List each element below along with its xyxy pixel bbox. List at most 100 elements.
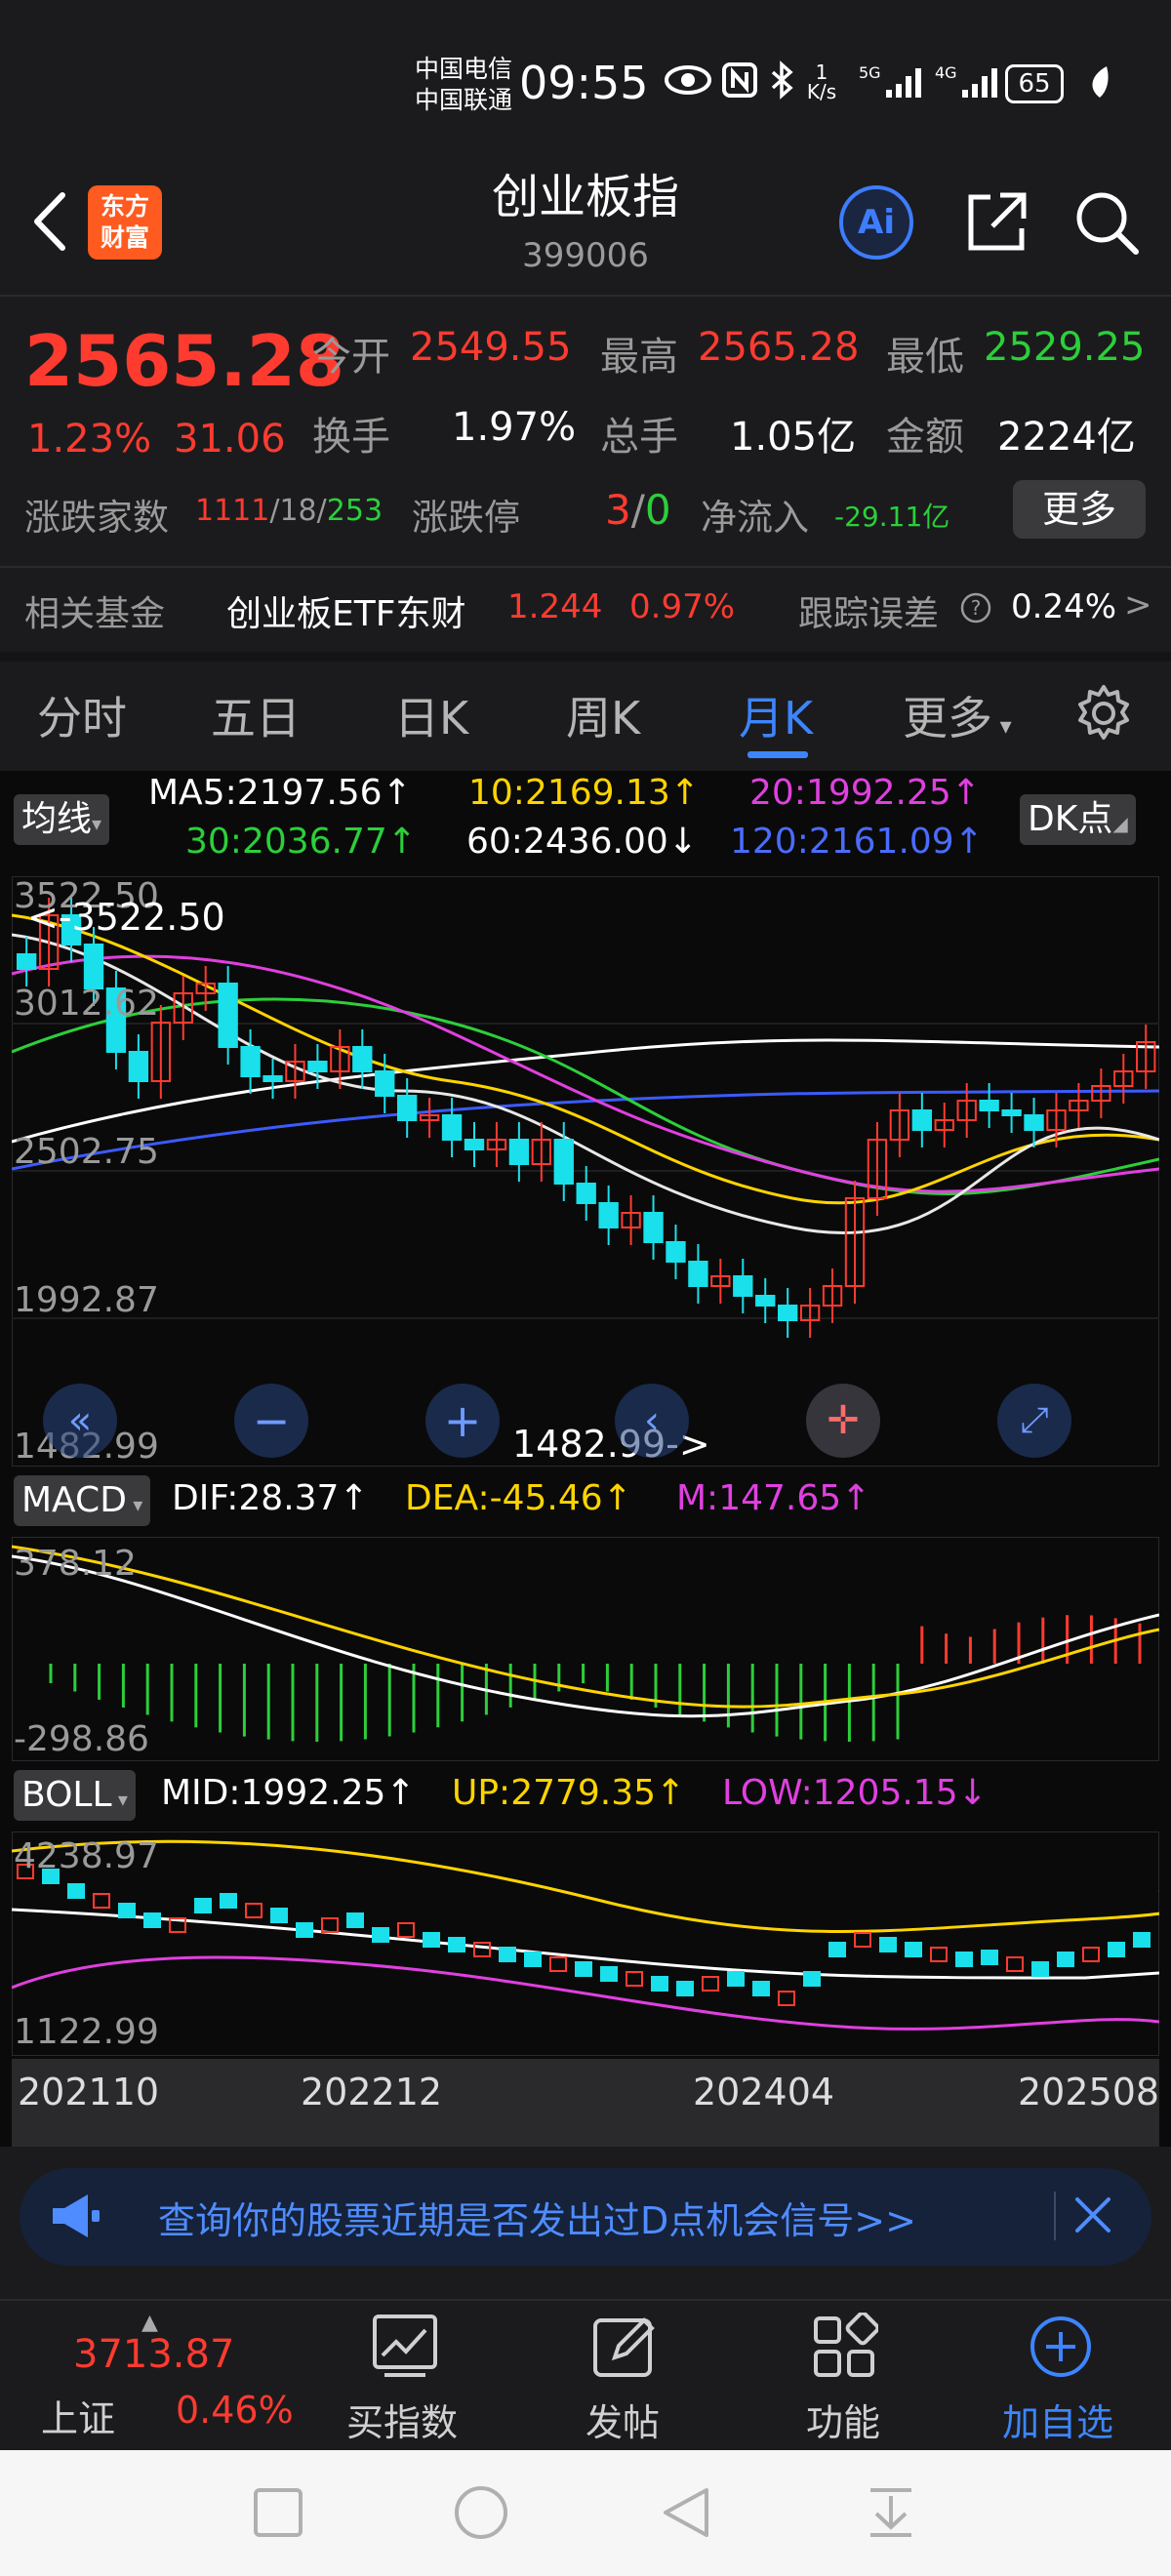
- settings-gear-icon[interactable]: [1073, 683, 1134, 747]
- change-pct: 1.23%: [27, 417, 152, 462]
- inflow-value: -29.11亿: [834, 501, 950, 533]
- stock-code: 399006: [522, 236, 649, 275]
- limit-label: 涨跌停: [412, 497, 520, 539]
- recent-apps-icon[interactable]: [252, 2486, 304, 2543]
- y-label-4: 1992.87: [14, 1280, 159, 1320]
- breadth-label: 涨跌家数: [24, 497, 169, 539]
- candle-body: [441, 1114, 463, 1141]
- nav-buy-index[interactable]: 买指数: [346, 2393, 458, 2446]
- boll-candle: [524, 1952, 542, 1967]
- share-icon[interactable]: [961, 187, 1031, 262]
- zoom-out-button[interactable]: −: [234, 1384, 308, 1458]
- back-triangle-icon[interactable]: [658, 2484, 714, 2545]
- net-speed: 1 K/s: [806, 60, 837, 103]
- kline-chart[interactable]: [12, 876, 1159, 1467]
- sh-index-name[interactable]: 上证: [41, 2389, 115, 2442]
- macd-chart[interactable]: [12, 1537, 1159, 1761]
- boll-candle: [575, 1961, 592, 1977]
- add-watchlist-icon[interactable]: [1027, 2313, 1095, 2385]
- boll-candle: [1082, 1947, 1100, 1962]
- sh-index-pct[interactable]: 0.46%: [176, 2389, 294, 2432]
- zoom-in-button[interactable]: +: [425, 1384, 500, 1458]
- boll-candle: [346, 1912, 364, 1928]
- ai-button[interactable]: Ai: [839, 185, 913, 260]
- close-icon[interactable]: [1071, 2194, 1114, 2240]
- tab-daily-k[interactable]: 日K: [394, 683, 468, 747]
- nav-post[interactable]: 发帖: [586, 2393, 660, 2446]
- boll-chart[interactable]: [12, 1831, 1159, 2056]
- nfc-icon: [720, 60, 759, 103]
- boll-candle: [600, 1966, 618, 1982]
- caret-down-icon: ▾: [126, 1493, 143, 1516]
- crosshair-button[interactable]: ✛: [806, 1384, 880, 1458]
- boll-candle: [930, 1947, 948, 1962]
- grid-apps-icon[interactable]: [810, 2311, 880, 2385]
- tab-monthly-k[interactable]: 月K: [739, 683, 813, 747]
- low-value: 2529.25: [984, 325, 1146, 370]
- ma120-value: 120:2161.09↑: [730, 822, 984, 862]
- chart-box-icon[interactable]: [371, 2313, 439, 2385]
- macd-dif-line: [12, 1554, 1159, 1718]
- candle-body: [508, 1139, 530, 1165]
- limit-values: 3/0: [605, 486, 671, 534]
- macd-selector[interactable]: MACD ▾: [14, 1475, 151, 1526]
- nav-add-watchlist[interactable]: 加自选: [1002, 2393, 1113, 2446]
- help-icon[interactable]: ?: [959, 591, 992, 628]
- scroll-left-button[interactable]: «: [43, 1384, 117, 1458]
- boll-candle: [372, 1927, 389, 1943]
- current-price: 2565.28: [24, 320, 344, 402]
- app-logo[interactable]: 东方 财富: [88, 185, 162, 260]
- nav-functions[interactable]: 功能: [806, 2393, 880, 2446]
- boll-candle: [549, 1956, 567, 1972]
- banner-text[interactable]: 查询你的股票近期是否发出过D点机会信号>>: [158, 2191, 916, 2244]
- back-button[interactable]: [21, 181, 80, 259]
- search-icon[interactable]: [1071, 187, 1142, 262]
- boll-candle: [473, 1942, 491, 1957]
- candle-body: [262, 1075, 283, 1082]
- boll-low: LOW:1205.15↓: [722, 1773, 988, 1813]
- candle-body: [643, 1212, 664, 1243]
- caret-down-icon: ▾: [111, 1788, 128, 1811]
- fullscreen-button[interactable]: ⤢: [997, 1384, 1071, 1458]
- boll-candle: [93, 1893, 110, 1909]
- fund-price: 1.244: [507, 587, 603, 626]
- tab-weekly-k[interactable]: 周K: [566, 683, 640, 747]
- boll-selector[interactable]: BOLL ▾: [14, 1770, 136, 1821]
- candle-body: [352, 1046, 373, 1072]
- macd-m: M:147.65↑: [676, 1478, 871, 1518]
- tab-more[interactable]: 更多 ▾: [903, 683, 1012, 747]
- boll-candle: [1006, 1956, 1024, 1972]
- svg-text:5G: 5G: [859, 63, 881, 82]
- quote-divider: [0, 566, 1171, 568]
- candle-body: [83, 944, 104, 989]
- boll-candle: [118, 1903, 136, 1918]
- tab-five-day[interactable]: 五日: [211, 683, 301, 747]
- tracking-error-label: 跟踪误差: [798, 594, 940, 634]
- carrier-2: 中国联通: [415, 86, 513, 114]
- ma-chip-label: 均线: [21, 799, 93, 839]
- dk-point-selector[interactable]: DK点◢: [1020, 794, 1136, 845]
- more-button[interactable]: 更多: [1013, 480, 1146, 539]
- boll-series: [12, 1839, 1159, 2031]
- home-icon[interactable]: [453, 2484, 509, 2545]
- boll-candle: [194, 1898, 212, 1913]
- sh-index-value[interactable]: 3713.87: [73, 2332, 234, 2377]
- plus-icon: +: [443, 1394, 482, 1447]
- boll-candle: [1108, 1942, 1125, 1957]
- kline-candles: [17, 898, 1156, 1338]
- ma20-value: 20:1992.25↑: [749, 773, 981, 813]
- edit-post-icon[interactable]: [591, 2313, 660, 2385]
- boll-candle: [1057, 1952, 1074, 1967]
- candle-body: [598, 1202, 619, 1228]
- dropdown-notif-icon[interactable]: [863, 2484, 919, 2545]
- tab-intraday[interactable]: 分时: [37, 683, 127, 747]
- ma-selector[interactable]: 均线▾: [14, 794, 110, 845]
- scroll-back-button[interactable]: ‹: [615, 1384, 689, 1458]
- signal-4g-icon: 4G: [935, 62, 1003, 105]
- system-nav-bar: [0, 2450, 1171, 2576]
- boll-candle: [778, 1991, 795, 2006]
- fund-name: 创业板ETF东财: [226, 594, 466, 634]
- boll-mid: MID:1992.25↑: [161, 1773, 416, 1813]
- candle-body: [666, 1241, 686, 1263]
- boll-y-top: 4238.97: [14, 1836, 159, 1876]
